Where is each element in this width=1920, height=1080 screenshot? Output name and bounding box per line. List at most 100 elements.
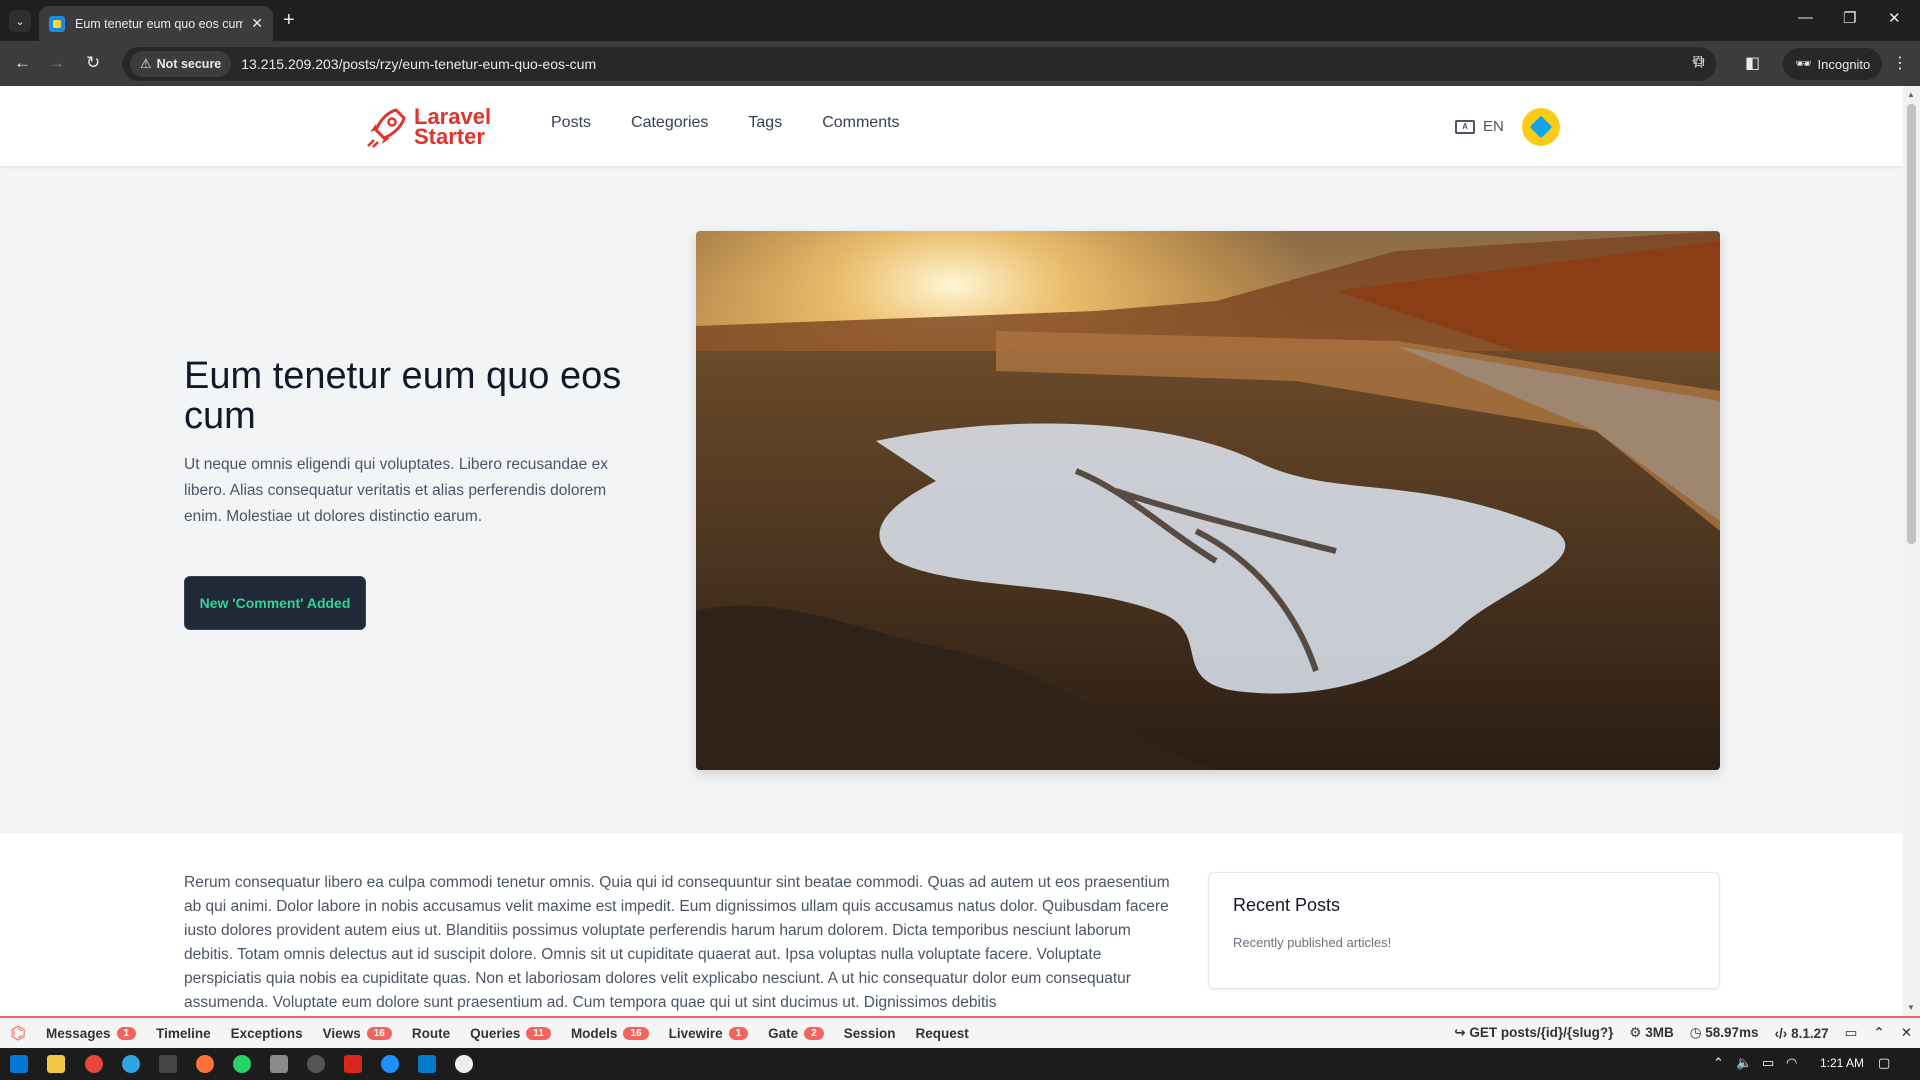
close-icon[interactable]: ✕ xyxy=(251,15,263,32)
post-title: Eum tenetur eum quo eos cum xyxy=(184,355,622,437)
avatar[interactable] xyxy=(1522,108,1560,146)
nav-categories[interactable]: Categories xyxy=(631,114,708,132)
debugbar-tab-timeline[interactable]: Timeline xyxy=(146,1026,221,1041)
browser-tab-active[interactable]: Eum tenetur eum quo eos cum ✕ xyxy=(39,6,273,41)
debugbar-route[interactable]: ↪ GET posts/{id}/{slug?} xyxy=(1446,1025,1621,1041)
debugbar-tab-models[interactable]: Models 16 xyxy=(561,1026,659,1041)
file-explorer-icon[interactable] xyxy=(47,1055,65,1073)
battery-icon[interactable]: ▭ xyxy=(1762,1055,1774,1071)
memory-text: 3MB xyxy=(1645,1025,1674,1040)
site-logo[interactable]: Laravel Starter xyxy=(366,106,491,148)
debugbar-php: ‹/› 8.1.27 xyxy=(1767,1026,1837,1041)
debugbar-tab-exceptions[interactable]: Exceptions xyxy=(221,1026,313,1041)
nav-tags[interactable]: Tags xyxy=(748,114,782,132)
browser-tabbar: ⌄ Eum tenetur eum quo eos cum ✕ + — ❐ ✕ xyxy=(0,0,1920,41)
wifi-icon[interactable]: ◠ xyxy=(1786,1055,1797,1071)
article-body: Rerum consequatur libero ea culpa commod… xyxy=(184,874,1170,1011)
pdf-icon[interactable] xyxy=(344,1055,362,1073)
app-icon[interactable] xyxy=(270,1055,288,1073)
route-text: GET posts/{id}/{slug?} xyxy=(1469,1025,1614,1040)
scrollbar-thumb[interactable] xyxy=(1907,104,1916,544)
chevron-down-icon: ⌄ xyxy=(15,15,25,28)
memory-icon: ⚙ xyxy=(1629,1025,1646,1040)
restore-icon[interactable]: ❐ xyxy=(1843,9,1856,27)
debugbar-tab-gate[interactable]: Gate 2 xyxy=(758,1026,834,1041)
share-icon: ↪ xyxy=(1454,1025,1470,1040)
menu-kebab-icon[interactable]: ⋮ xyxy=(1892,53,1908,73)
debugbar-tab-session[interactable]: Session xyxy=(834,1026,906,1041)
debugbar-count-badge: 1 xyxy=(116,1026,137,1040)
debugbar-time: ◷ 58.97ms xyxy=(1682,1025,1767,1041)
extensions-icon[interactable]: ⧉ xyxy=(1693,53,1704,71)
address-bar[interactable]: ⚠ Not secure 13.215.209.203/posts/rzy/eu… xyxy=(122,47,1716,81)
side-panel-icon[interactable]: ◧ xyxy=(1745,53,1760,73)
debugbar-tab-views[interactable]: Views 16 xyxy=(313,1026,402,1041)
post-featured-image xyxy=(696,231,1720,770)
chevron-up-icon[interactable]: ⌃ xyxy=(1865,1025,1892,1041)
debugbar-tab-label: Route xyxy=(411,1025,451,1041)
close-icon[interactable]: ✕ xyxy=(1893,1025,1920,1041)
clock-icon: ◷ xyxy=(1689,1025,1706,1040)
security-chip[interactable]: ⚠ Not secure xyxy=(130,51,232,77)
notifications-icon[interactable]: ▢ xyxy=(1878,1055,1890,1071)
debugbar-tab-label: Exceptions xyxy=(230,1025,303,1041)
time-text: 58.97ms xyxy=(1705,1025,1759,1040)
debugbar-count-badge: 16 xyxy=(366,1026,392,1040)
debugbar-tab-route[interactable]: Route xyxy=(402,1026,460,1041)
site-header: Laravel Starter Posts Categories Tags Co… xyxy=(0,86,1903,167)
debugbar-count-badge: 1 xyxy=(728,1026,749,1040)
tab-search-button[interactable]: ⌄ xyxy=(9,10,31,32)
favicon-icon xyxy=(49,15,65,32)
obs-icon[interactable] xyxy=(307,1055,325,1073)
chrome-icon[interactable] xyxy=(85,1055,103,1073)
incognito-icon: 🕶 xyxy=(1795,56,1812,71)
forward-icon[interactable]: → xyxy=(48,53,65,73)
volume-icon[interactable]: 🔈 xyxy=(1736,1055,1752,1071)
main-nav: Posts Categories Tags Comments xyxy=(551,114,900,132)
close-window-icon[interactable]: ✕ xyxy=(1888,9,1901,27)
code-icon: ‹/› xyxy=(1774,1025,1792,1041)
debugbar-tab-livewire[interactable]: Livewire 1 xyxy=(659,1026,759,1041)
back-icon[interactable]: ← xyxy=(14,53,31,73)
debugbar-logo-icon[interactable]: ⌬ xyxy=(0,1018,36,1048)
not-secure-label: Not secure xyxy=(156,57,222,71)
folder-icon[interactable]: ▭ xyxy=(1837,1025,1866,1041)
notification-button[interactable]: New 'Comment' Added xyxy=(184,576,366,630)
debugbar-tab-label: Gate xyxy=(768,1025,799,1041)
tray-chevron-icon[interactable]: ⌃ xyxy=(1713,1055,1724,1071)
scroll-up-icon[interactable]: ▲ xyxy=(1907,90,1915,99)
minimize-icon[interactable]: — xyxy=(1798,9,1813,26)
language-switcher[interactable]: A EN xyxy=(1455,118,1504,135)
taskbar-clock[interactable]: 1:21 AM xyxy=(1820,1056,1864,1070)
nav-comments[interactable]: Comments xyxy=(822,114,899,132)
app-icon-2[interactable] xyxy=(455,1055,473,1073)
recent-posts-subtitle: Recently published articles! xyxy=(1233,935,1392,950)
reload-icon[interactable]: ↻ xyxy=(86,53,100,73)
whatsapp-icon[interactable] xyxy=(233,1055,251,1073)
debugbar-tab-label: Views xyxy=(322,1025,361,1041)
debugbar-tab-queries[interactable]: Queries 11 xyxy=(460,1026,561,1041)
new-tab-button[interactable]: + xyxy=(283,9,295,32)
debugbar-tab-request[interactable]: Request xyxy=(906,1026,979,1041)
edge-icon[interactable] xyxy=(381,1055,399,1073)
incognito-badge[interactable]: 🕶 Incognito xyxy=(1783,48,1883,80)
logo-text: Laravel Starter xyxy=(414,106,491,149)
nav-posts[interactable]: Posts xyxy=(551,114,591,132)
recent-posts-title: Recent Posts xyxy=(1233,895,1341,915)
scroll-down-icon[interactable]: ▼ xyxy=(1907,1003,1915,1012)
vscode-icon[interactable] xyxy=(418,1055,436,1073)
debugbar-tab-messages[interactable]: Messages 1 xyxy=(36,1026,146,1041)
firefox-icon[interactable] xyxy=(196,1055,214,1073)
windows-start-icon[interactable] xyxy=(10,1055,28,1073)
url-text[interactable]: 13.215.209.203/posts/rzy/eum-tenetur-eum… xyxy=(241,56,596,72)
telegram-icon[interactable] xyxy=(122,1055,140,1073)
warning-icon: ⚠ xyxy=(140,56,152,71)
debugbar-tab-label: Session xyxy=(843,1025,896,1041)
page-scrollbar[interactable]: ▲ ▼ xyxy=(1903,86,1920,1016)
debugbar-count-badge: 11 xyxy=(526,1026,551,1040)
logo-line-2: Starter xyxy=(414,124,485,149)
browser-toolbar: ← → ↻ ⚠ Not secure 13.215.209.203/posts/… xyxy=(0,41,1920,86)
terminal-icon[interactable] xyxy=(159,1055,177,1073)
debugbar-tab-label: Queries xyxy=(470,1025,521,1041)
debugbar-count-badge: 16 xyxy=(623,1026,649,1040)
